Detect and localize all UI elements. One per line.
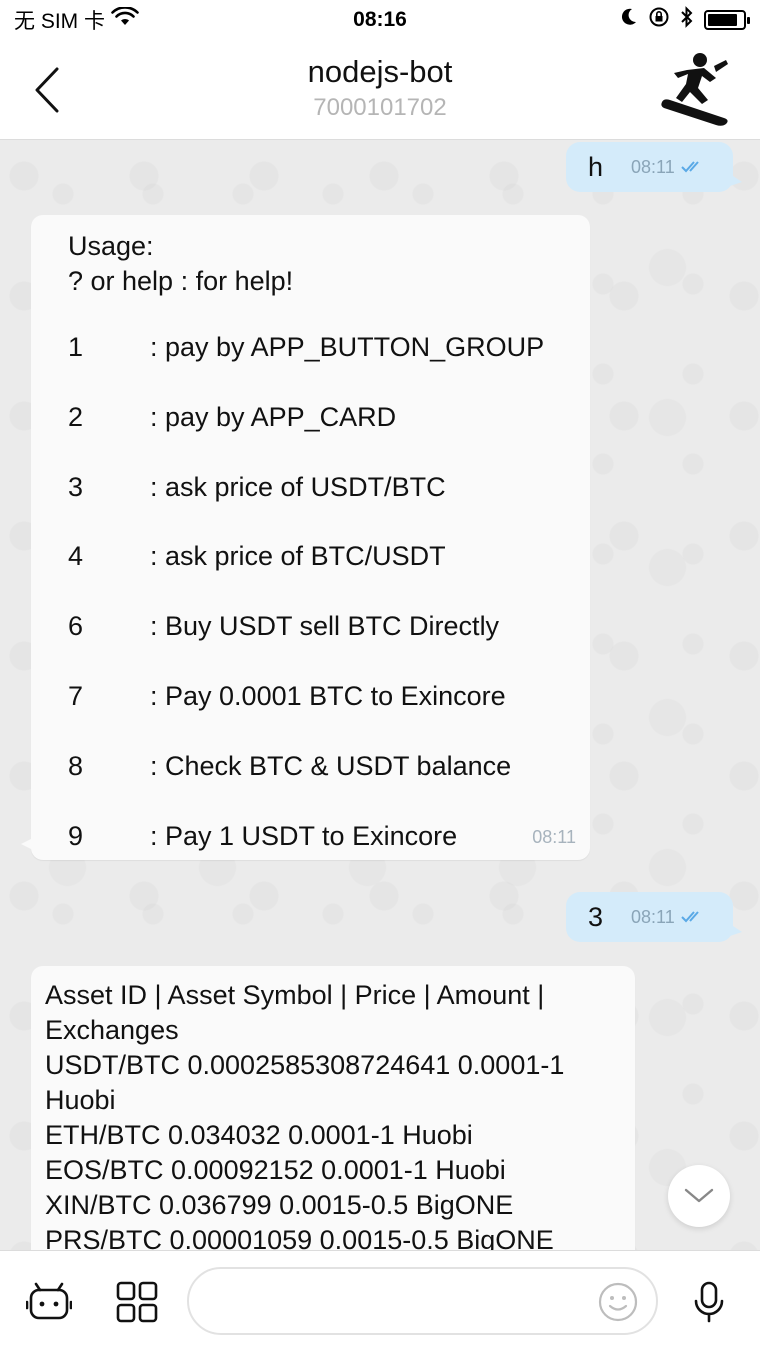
incoming-message-prices[interactable]: Asset ID | Asset Symbol | Price | Amount…	[31, 966, 635, 1250]
chat-area[interactable]: h 08:11 Usage: ? or help : for help! 1 : …	[0, 140, 760, 1250]
read-checkmark-icon	[681, 911, 699, 923]
message-input[interactable]	[209, 1269, 589, 1333]
incoming-message-usage[interactable]: Usage: ? or help : for help! 1 : pay by A…	[21, 215, 590, 860]
usage-help-line: ? or help : for help!	[68, 266, 294, 296]
price-line: USDT/BTC 0.0002585308724641 0.0001-1	[45, 1050, 565, 1080]
price-line: Huobi	[45, 1085, 116, 1115]
emoji-icon	[598, 1282, 638, 1322]
scroll-to-bottom-button[interactable]	[668, 1165, 730, 1227]
microphone-icon	[694, 1281, 724, 1323]
usage-title: Usage:	[68, 231, 154, 261]
command-number: 8	[68, 750, 84, 781]
command-number: 7	[68, 681, 84, 711]
usage-header: Usage: ? or help : for help!	[68, 229, 293, 299]
status-right	[620, 6, 750, 34]
chat-title[interactable]: nodejs-bot	[0, 54, 760, 90]
bubble-tail	[730, 924, 742, 936]
price-list: Asset ID | Asset Symbol | Price | Amount…	[45, 978, 635, 1250]
outgoing-message[interactable]: 3 08:11	[566, 892, 742, 942]
rotation-lock-icon	[648, 6, 670, 34]
command-number: 6	[68, 611, 84, 642]
command-number: 2	[68, 401, 84, 432]
status-left: 无 SIM 卡	[14, 5, 139, 35]
price-line: Exchanges	[45, 1015, 179, 1045]
battery-fill	[708, 14, 737, 26]
command-number: 9	[68, 820, 84, 851]
command-description: : Pay 0.0001 BTC to Exincore	[150, 681, 506, 711]
message-time: 08:11	[631, 156, 675, 177]
wifi-icon	[111, 6, 139, 33]
bot-menu-button[interactable]	[26, 1279, 72, 1325]
message-time: 08:11	[631, 906, 675, 927]
status-bar: 无 SIM 卡 08:16	[0, 0, 760, 40]
message-meta: 08:11	[631, 907, 705, 928]
command-description: : Buy USDT sell BTC Directly	[150, 611, 500, 642]
moon-icon	[620, 7, 638, 33]
bluetooth-icon	[680, 6, 694, 34]
command-number: 1	[68, 332, 84, 362]
snowboarder-icon	[661, 53, 728, 126]
price-line: EOS/BTC 0.00092152 0.0001-1 Huobi	[45, 1155, 506, 1185]
bubble-tail	[730, 174, 742, 186]
apps-grid-icon	[116, 1281, 158, 1323]
price-line: ETH/BTC 0.034032 0.0001-1 Huobi	[45, 1120, 473, 1150]
command-description: : Check BTC & USDT balance	[150, 750, 512, 781]
price-line: PRS/BTC 0.00001059 0.0015-0.5 BigONE	[45, 1225, 554, 1250]
message-text: h	[588, 151, 604, 182]
command-number: 4	[68, 541, 84, 572]
bubble-tail	[21, 838, 33, 850]
message-text: 3	[588, 901, 604, 932]
chat-id: 7000101702	[313, 94, 447, 121]
chat-header: nodejs-bot 7000101702	[0, 40, 760, 140]
emoji-button[interactable]	[598, 1282, 638, 1322]
command-number: 3	[68, 471, 84, 502]
message-meta: 08:11	[631, 157, 705, 178]
chevron-down-icon	[684, 1188, 714, 1203]
carrier-label: 无 SIM 卡	[14, 10, 106, 33]
price-line: Asset ID | Asset Symbol | Price | Amount…	[45, 980, 545, 1010]
command-description: : pay by APP_BUTTON_GROUP	[150, 332, 545, 362]
bot-icon	[26, 1282, 72, 1320]
price-line: XIN/BTC 0.036799 0.0015-0.5 BigONE	[45, 1190, 514, 1220]
bot-avatar[interactable]	[654, 48, 736, 130]
command-description: : pay by APP_CARD	[150, 401, 397, 432]
voice-button[interactable]	[686, 1279, 732, 1325]
battery-icon	[704, 10, 750, 30]
command-description: : ask price of BTC/USDT	[150, 541, 446, 572]
read-checkmark-icon	[681, 161, 699, 173]
message-time: 08:11	[532, 827, 576, 847]
composer-bar	[0, 1250, 760, 1351]
outgoing-message[interactable]: h 08:11	[566, 142, 742, 192]
command-description: : Pay 1 USDT to Exincore	[150, 820, 458, 851]
message-input-box[interactable]	[187, 1267, 658, 1335]
command-description: : ask price of USDT/BTC	[150, 471, 446, 502]
apps-button[interactable]	[114, 1279, 160, 1325]
